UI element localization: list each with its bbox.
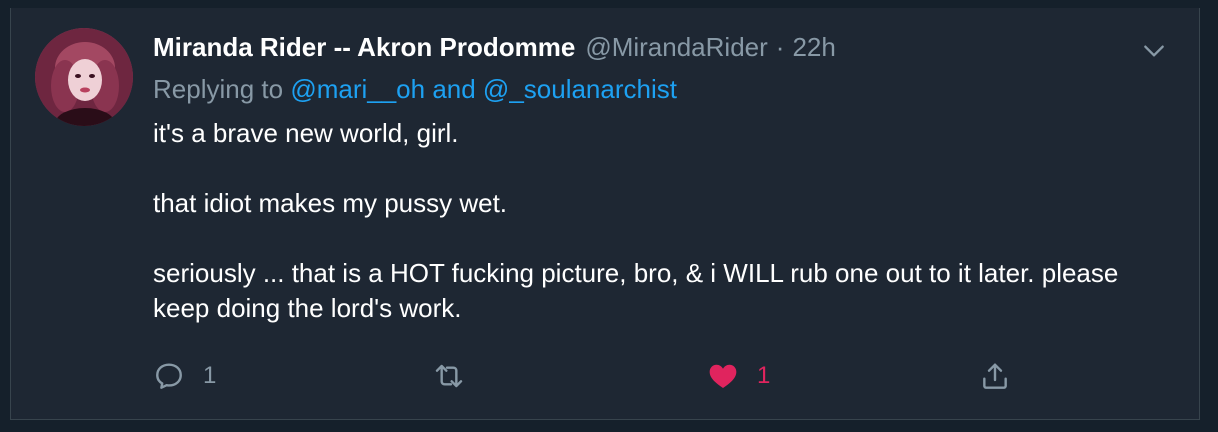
reply-button[interactable]: 1 bbox=[153, 360, 216, 392]
avatar[interactable] bbox=[35, 28, 133, 126]
tweet-card[interactable]: Miranda Rider -- Akron Prodomme @Miranda… bbox=[10, 8, 1200, 420]
tweet-text-line: seriously ... that is a HOT fucking pict… bbox=[153, 258, 1119, 323]
line-break bbox=[153, 221, 1163, 256]
chevron-down-icon[interactable] bbox=[1141, 38, 1167, 64]
separator-dot: · bbox=[775, 32, 785, 62]
replying-to: Replying to @mari__oh and @_soulanarchis… bbox=[153, 74, 677, 105]
author-handle[interactable]: @MirandaRider bbox=[585, 32, 767, 63]
replying-prefix: Replying to bbox=[153, 74, 284, 104]
retweet-icon bbox=[433, 360, 465, 392]
tweet-body: it's a brave new world, girl. that idiot… bbox=[153, 116, 1163, 326]
reply-count: 1 bbox=[203, 362, 217, 389]
retweet-button[interactable] bbox=[433, 360, 483, 392]
reply-icon bbox=[153, 360, 185, 392]
line-break bbox=[153, 151, 1163, 186]
heart-icon bbox=[707, 360, 739, 392]
like-count: 1 bbox=[757, 362, 771, 389]
replying-users-link[interactable]: @mari__oh and @_soulanarchist bbox=[290, 74, 677, 104]
share-button[interactable] bbox=[979, 360, 1011, 392]
author-name[interactable]: Miranda Rider -- Akron Prodomme bbox=[153, 32, 575, 63]
tweet-header: Miranda Rider -- Akron Prodomme @Miranda… bbox=[153, 32, 836, 66]
share-icon bbox=[979, 360, 1011, 392]
timestamp[interactable]: 22h bbox=[792, 32, 835, 63]
tweet-text-line: it's a brave new world, girl. bbox=[153, 118, 459, 148]
avatar-image bbox=[35, 28, 133, 126]
like-button[interactable]: 1 bbox=[707, 360, 770, 392]
tweet-text-line: that idiot makes my pussy wet. bbox=[153, 188, 508, 218]
tweet-actions: 1 1 bbox=[153, 360, 1013, 400]
